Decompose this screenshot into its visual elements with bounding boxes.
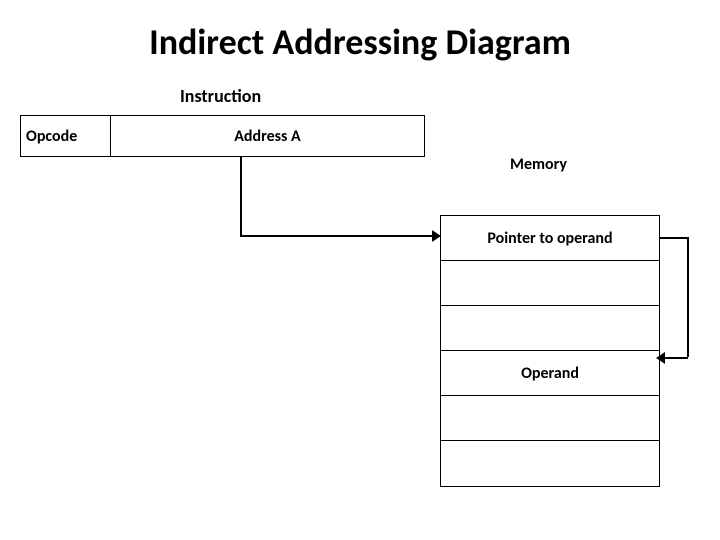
memory-cell-blank bbox=[441, 261, 659, 306]
memory-cell-pointer: Pointer to operand bbox=[441, 216, 659, 261]
opcode-cell: Opcode bbox=[21, 116, 111, 156]
memory-cell-operand: Operand bbox=[441, 351, 659, 396]
instruction-label: Instruction bbox=[180, 85, 261, 107]
memory-cell-blank bbox=[441, 306, 659, 351]
connector-line bbox=[240, 157, 242, 235]
memory-box: Pointer to operand Operand bbox=[440, 215, 660, 487]
memory-label: Memory bbox=[510, 155, 567, 174]
address-cell: Address A bbox=[111, 116, 424, 156]
memory-cell-blank bbox=[441, 396, 659, 441]
instruction-box: Opcode Address A bbox=[20, 115, 425, 157]
connector-line bbox=[687, 237, 689, 357]
arrow-icon bbox=[656, 352, 665, 364]
connector-line bbox=[660, 237, 688, 239]
memory-cell-blank bbox=[441, 441, 659, 486]
page-title: Indirect Addressing Diagram bbox=[0, 20, 720, 64]
arrow-icon bbox=[432, 230, 441, 242]
connector-line bbox=[664, 357, 688, 359]
connector-line bbox=[240, 235, 435, 237]
